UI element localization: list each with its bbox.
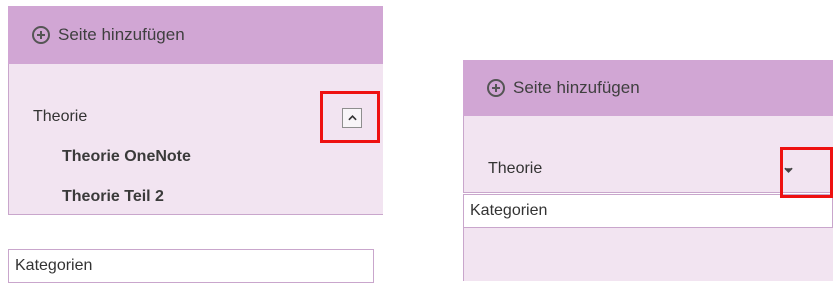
section-item-kategorien[interactable]: Kategorien: [463, 194, 833, 228]
highlight-box: [320, 91, 380, 143]
subpage-item-theorie-teil-2[interactable]: Theorie Teil 2: [62, 188, 164, 206]
add-page-button[interactable]: Seite hinzufügen: [8, 6, 383, 64]
section-item-kategorien[interactable]: Kategorien: [8, 249, 374, 283]
lower-area: [463, 228, 833, 281]
add-page-button[interactable]: Seite hinzufügen: [463, 60, 833, 116]
section-label: Kategorien: [15, 257, 93, 274]
subpage-item-theorie-onenote[interactable]: Theorie OneNote: [62, 148, 191, 166]
page-list-panel-collapsed: Seite hinzufügen Theorie Kategorien: [463, 60, 833, 281]
add-circle-icon: [487, 79, 505, 97]
pages-list: Theorie: [463, 116, 833, 193]
section-label: Kategorien: [470, 202, 548, 219]
add-page-label: Seite hinzufügen: [58, 25, 185, 44]
highlight-box: [780, 147, 833, 198]
add-circle-icon: [32, 26, 50, 44]
page-item-theorie[interactable]: Theorie: [33, 108, 87, 126]
page-item-theorie[interactable]: Theorie: [488, 160, 542, 178]
page-list-panel-expanded: Seite hinzufügen Theorie Theorie OneNote…: [8, 6, 383, 283]
add-page-label: Seite hinzufügen: [513, 78, 640, 97]
